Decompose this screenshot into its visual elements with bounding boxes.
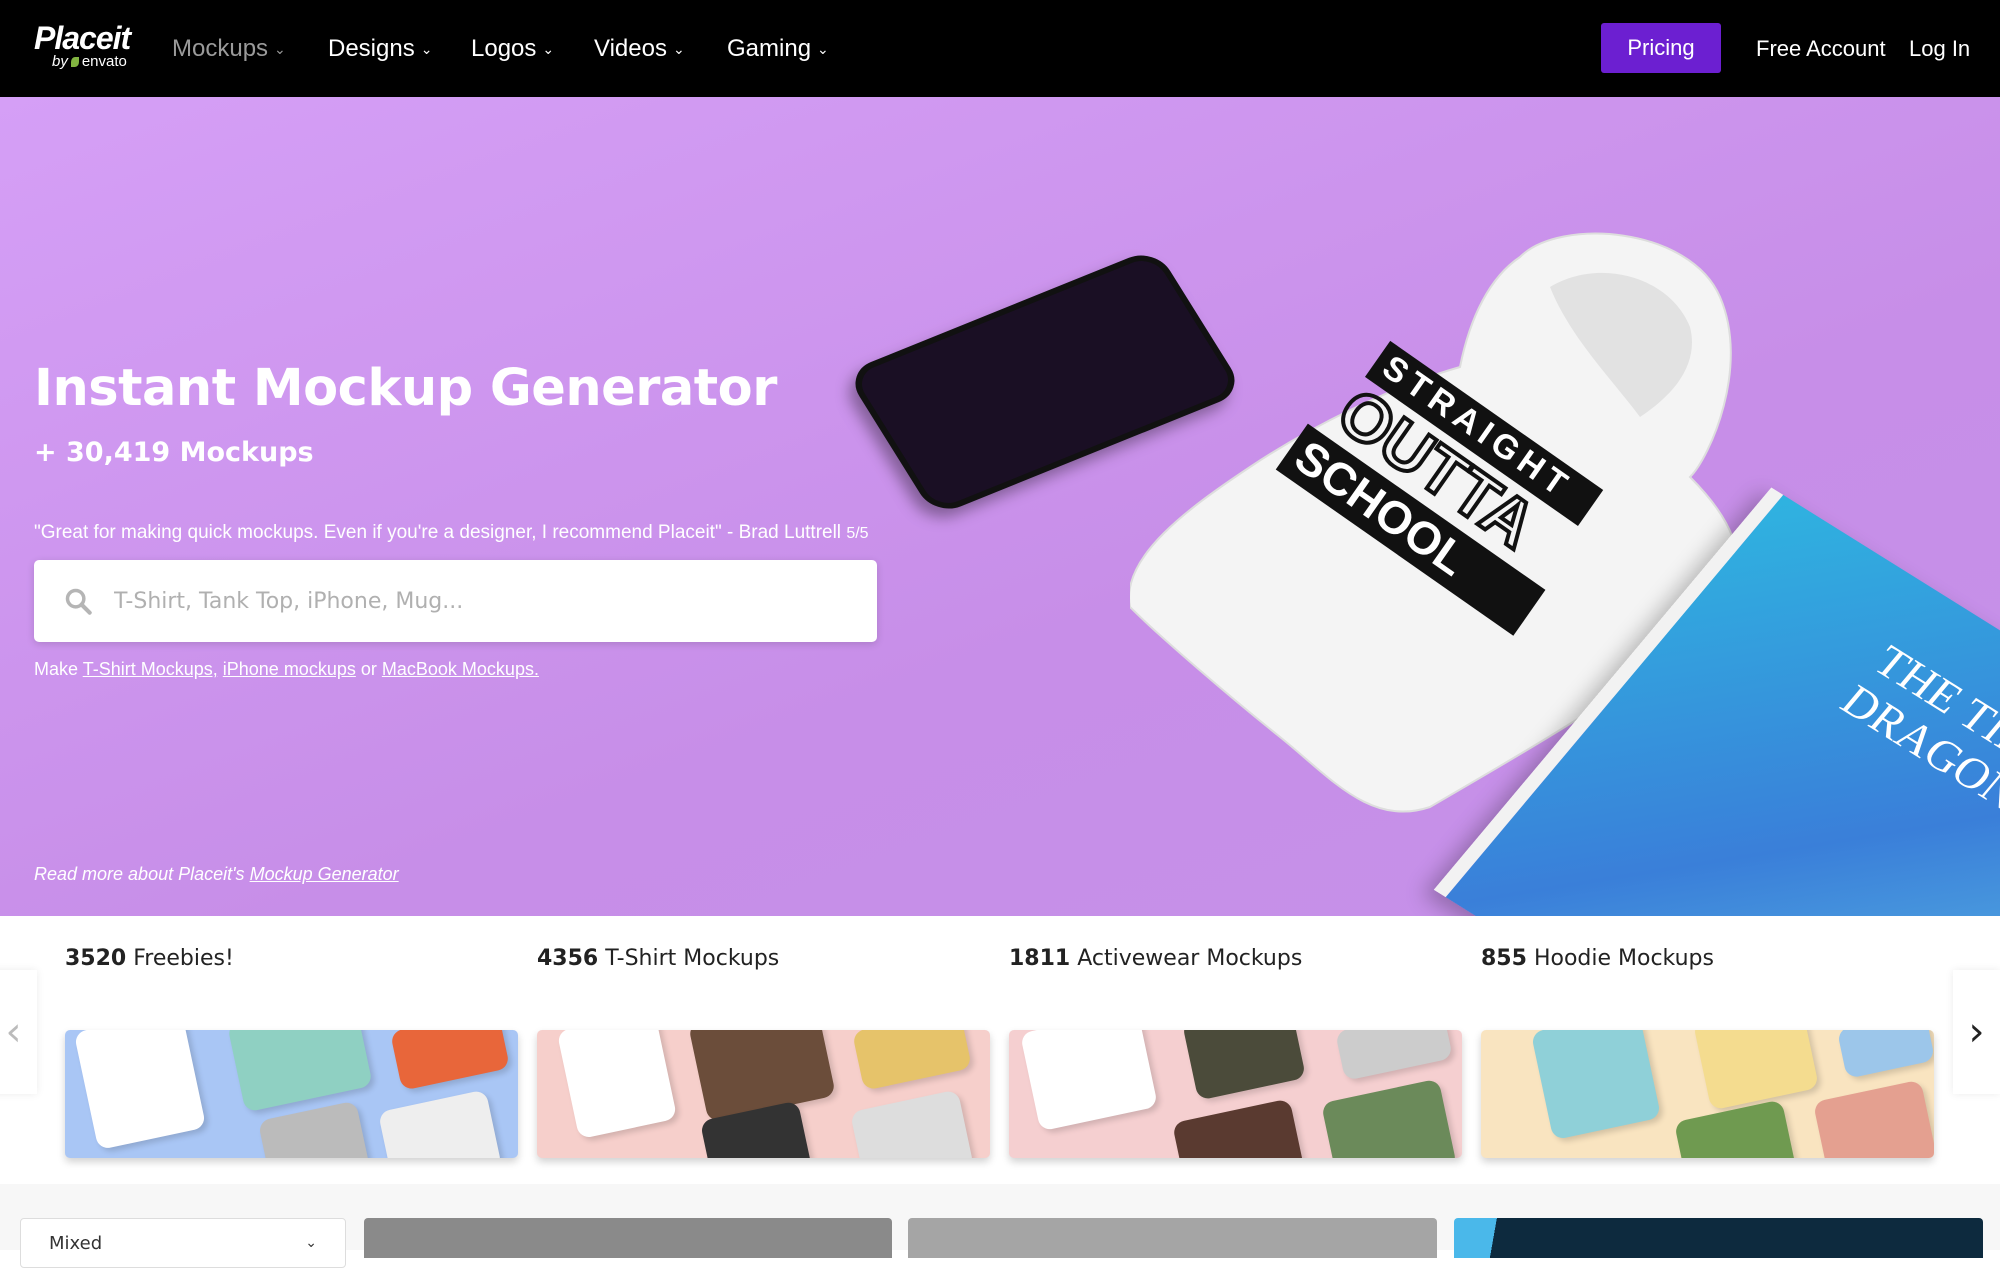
envato-leaf-icon [70,56,79,67]
search-box[interactable] [34,560,877,642]
chevron-left-icon: ‹ [5,1009,22,1055]
nav-videos[interactable]: Videos ⌄ [594,0,685,97]
chevron-down-icon: ⌄ [420,41,433,57]
category-title: 855 Hoodie Mockups [1481,946,1714,971]
category-card[interactable]: 3520 Freebies! [65,946,518,1158]
book-title: THE TINY DRAGON [1831,635,2000,819]
category-image [65,1030,518,1158]
iphone-mockups-link[interactable]: iPhone mockups [223,659,356,679]
tshirt-mockups-link[interactable]: T-Shirt Mockups, [83,659,218,679]
nav-gaming[interactable]: Gaming ⌄ [727,0,829,97]
result-thumbnail[interactable] [364,1218,892,1258]
carousel-next-button[interactable]: › [1953,970,2000,1094]
category-title: 4356 T-Shirt Mockups [537,946,780,971]
chevron-down-icon: ⌄ [305,1235,317,1251]
category-card[interactable]: 855 Hoodie Mockups [1481,946,1934,1158]
chevron-down-icon: ⌄ [542,41,555,57]
search-icon [65,588,92,615]
results-section: Mixed ⌄ [0,1184,2000,1268]
category-image [1481,1030,1934,1158]
macbook-mockups-link[interactable]: MacBook Mockups. [382,659,539,679]
sort-dropdown[interactable]: Mixed ⌄ [20,1218,346,1268]
make-links: Make T-Shirt Mockups, iPhone mockups or … [34,659,539,679]
result-thumbnail[interactable] [908,1218,1437,1258]
category-image [537,1030,990,1158]
chevron-down-icon: ⌄ [672,41,685,57]
read-more: Read more about Placeit's Mockup Generat… [34,864,399,884]
free-account-link[interactable]: Free Account [1756,0,1886,97]
category-card[interactable]: 1811 Activewear Mockups [1009,946,1462,1158]
testimonial: "Great for making quick mockups. Even if… [34,522,869,543]
pricing-button[interactable]: Pricing [1601,23,1721,73]
chevron-down-icon: ⌄ [274,41,286,57]
carousel-prev-button[interactable]: ‹ [0,970,37,1094]
category-image [1009,1030,1462,1158]
placeit-logo[interactable]: Placeit by envato [34,20,131,69]
result-thumbnail[interactable] [1454,1218,1983,1258]
hero-banner: STRAIGHT OUTTA SCHOOL THE TINY DRAGON In… [0,97,2000,916]
top-nav: Placeit by envato Mockups ⌄ Designs ⌄ Logos… [0,0,2000,97]
chevron-down-icon: ⌄ [817,41,829,57]
category-carousel: ‹ 3520 Freebies! 4356 T-Shirt Mockups 18… [0,916,2000,1184]
mockup-generator-link[interactable]: Mockup Generator [250,864,399,884]
category-card[interactable]: 4356 T-Shirt Mockups [537,946,990,1158]
nav-logos[interactable]: Logos ⌄ [471,0,554,97]
search-input[interactable] [114,588,814,614]
mockup-count: + 30,419 Mockups [34,437,314,468]
nav-mockups[interactable]: Mockups ⌄ [172,0,286,97]
chevron-right-icon: › [1968,1009,1985,1055]
login-link[interactable]: Log In [1909,0,1970,97]
nav-designs[interactable]: Designs ⌄ [328,0,432,97]
rating: 5/5 [846,525,869,542]
page-title: Instant Mockup Generator [34,359,777,418]
category-title: 1811 Activewear Mockups [1009,946,1303,971]
category-title: 3520 Freebies! [65,946,234,971]
logo-text: Placeit [34,20,131,56]
